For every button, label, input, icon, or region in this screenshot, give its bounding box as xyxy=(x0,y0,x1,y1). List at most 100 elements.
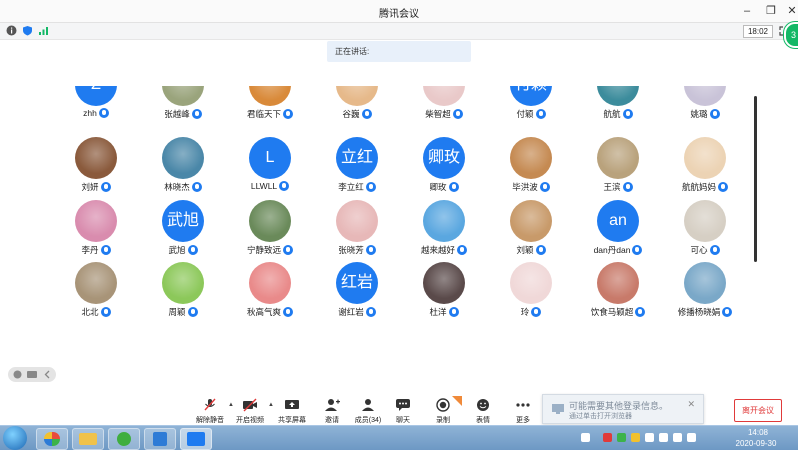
taskbar-browser[interactable] xyxy=(108,428,140,450)
participant-name: 张晓芳 xyxy=(338,245,364,255)
participant-card[interactable]: 张晓芳 xyxy=(314,200,400,260)
participant-card[interactable]: 航航妈妈 xyxy=(662,137,748,197)
share-screen-button[interactable]: 共享屏幕 xyxy=(272,398,312,424)
login-popup[interactable]: 可能需要其他登录信息。 通过单击打开浏览器 ✕ xyxy=(542,394,704,424)
participant-card[interactable]: 刘妍 xyxy=(53,137,139,197)
participant-avatar-photo xyxy=(510,262,552,304)
participant-name: 君临天下 xyxy=(246,109,281,119)
grid-view-icon[interactable] xyxy=(27,370,37,379)
mic-icon xyxy=(365,182,376,192)
participant-name-row: 宁静致远 xyxy=(227,244,313,256)
invite-button[interactable]: 邀请 xyxy=(312,398,352,424)
participant-avatar-photo xyxy=(597,137,639,179)
members-button[interactable]: 成员(34) xyxy=(348,398,388,424)
mic-icon xyxy=(448,182,459,192)
taskbar-explorer[interactable] xyxy=(72,428,104,450)
scrollbar[interactable] xyxy=(754,96,757,262)
participant-name: 武旭 xyxy=(168,245,186,255)
view-controls[interactable] xyxy=(8,367,56,382)
participant-card[interactable]: 玲 xyxy=(488,262,574,322)
face-icon[interactable] xyxy=(13,370,22,379)
participant-card[interactable]: 立红 李立红 xyxy=(314,137,400,197)
participant-card[interactable]: 可心 xyxy=(662,200,748,260)
members-icon xyxy=(362,399,374,411)
chat-button[interactable]: 聊天 xyxy=(383,398,423,424)
record-icon xyxy=(436,398,450,412)
close-button[interactable]: ✕ xyxy=(785,4,798,18)
battery-icon[interactable] xyxy=(673,433,682,442)
participant-card[interactable]: 毕洪波 xyxy=(488,137,574,197)
notification-badge[interactable]: 3 xyxy=(784,22,798,48)
mic-icon xyxy=(187,307,198,317)
participant-avatar-photo xyxy=(249,262,291,304)
participant-card[interactable]: 周颖 xyxy=(140,262,226,322)
start-button[interactable] xyxy=(3,426,27,450)
taskbar-app-1[interactable] xyxy=(36,428,68,450)
mic-icon xyxy=(722,307,733,317)
mic-icon xyxy=(709,245,720,255)
mute-button[interactable]: 解除静音 xyxy=(190,398,230,424)
participant-card[interactable]: 修播杨晓娟 xyxy=(662,262,748,322)
participant-name-row: 饮食马颖超 xyxy=(575,306,661,318)
maximize-button[interactable]: ❐ xyxy=(764,4,778,18)
info-icon[interactable] xyxy=(6,25,17,36)
tray-icon-4[interactable] xyxy=(631,433,640,442)
tray-icon-1[interactable] xyxy=(581,433,590,442)
chat-icon xyxy=(396,399,410,411)
participant-card[interactable]: 卿玫 卿玫 xyxy=(401,137,487,197)
mic-icon xyxy=(457,245,467,255)
participant-card[interactable]: 饮食马颖超 xyxy=(575,262,661,322)
signal-icon[interactable] xyxy=(38,25,49,36)
participant-avatar-initials: L xyxy=(249,137,291,179)
participant-card[interactable]: 林晓杰 xyxy=(140,137,226,197)
chevron-left-icon[interactable] xyxy=(43,370,52,379)
participant-name-row: 张晓芳 xyxy=(314,244,400,256)
bluetooth-icon[interactable] xyxy=(645,433,654,442)
participant-avatar-photo xyxy=(684,137,726,179)
participant-card[interactable]: 王滨 xyxy=(575,137,661,197)
tray-icon-3[interactable] xyxy=(617,433,626,442)
mic-muted-icon xyxy=(204,398,216,411)
video-button[interactable]: 开启视频 xyxy=(230,398,270,424)
participant-card[interactable]: 李丹 xyxy=(53,200,139,260)
tray-icon-2[interactable] xyxy=(603,433,612,442)
system-date[interactable]: 2020-09-30 xyxy=(726,439,786,448)
participant-name-row: 谢红岩 xyxy=(314,306,400,318)
mic-icon xyxy=(535,109,546,119)
more-button[interactable]: 更多 xyxy=(503,398,543,424)
participant-card[interactable]: 越来越好 xyxy=(401,200,487,260)
participant-card[interactable]: an dan丹dan xyxy=(575,200,661,260)
participant-name: 柴智超 xyxy=(425,109,451,119)
shield-icon[interactable] xyxy=(22,25,33,36)
participant-card[interactable]: 红岩 谢红岩 xyxy=(314,262,400,322)
participant-avatar-photo xyxy=(249,86,291,106)
mic-icon xyxy=(531,307,542,317)
popup-close-icon[interactable]: ✕ xyxy=(687,399,695,410)
taskbar-wps[interactable] xyxy=(144,428,176,450)
participant-name: 北北 xyxy=(81,307,99,317)
network-tray-icon[interactable] xyxy=(659,433,668,442)
participant-card[interactable]: L LLWLL xyxy=(227,137,313,197)
volume-icon[interactable] xyxy=(687,433,696,442)
participant-card[interactable]: 北北 xyxy=(53,262,139,322)
participant-name-row: 刘颖 xyxy=(488,244,574,256)
taskbar-tencent-meeting[interactable] xyxy=(180,428,212,450)
window-title: 腾讯会议 xyxy=(379,9,419,20)
title-bar: 腾讯会议 – ❐ ✕ xyxy=(0,0,798,23)
participant-name: 宁静致远 xyxy=(246,245,281,255)
mic-icon xyxy=(448,307,459,317)
participant-card[interactable]: 杜洋 xyxy=(401,262,487,322)
mic-icon xyxy=(452,109,463,119)
participant-avatar-photo xyxy=(423,262,465,304)
participant-name-row: 修播杨晓娟 xyxy=(662,306,748,318)
participant-card[interactable]: 秋高气爽 xyxy=(227,262,313,322)
participant-avatar-photo xyxy=(684,200,726,242)
minimize-button[interactable]: – xyxy=(740,4,754,18)
participant-card[interactable]: 刘颖 xyxy=(488,200,574,260)
mic-icon xyxy=(100,182,111,192)
participant-card[interactable]: 宁静致远 xyxy=(227,200,313,260)
participant-card[interactable]: 武旭 武旭 xyxy=(140,200,226,260)
leave-meeting-button[interactable]: 离开会议 xyxy=(734,399,782,422)
system-time[interactable]: 14:08 xyxy=(732,428,784,437)
reaction-button[interactable]: 表情 xyxy=(463,398,503,424)
